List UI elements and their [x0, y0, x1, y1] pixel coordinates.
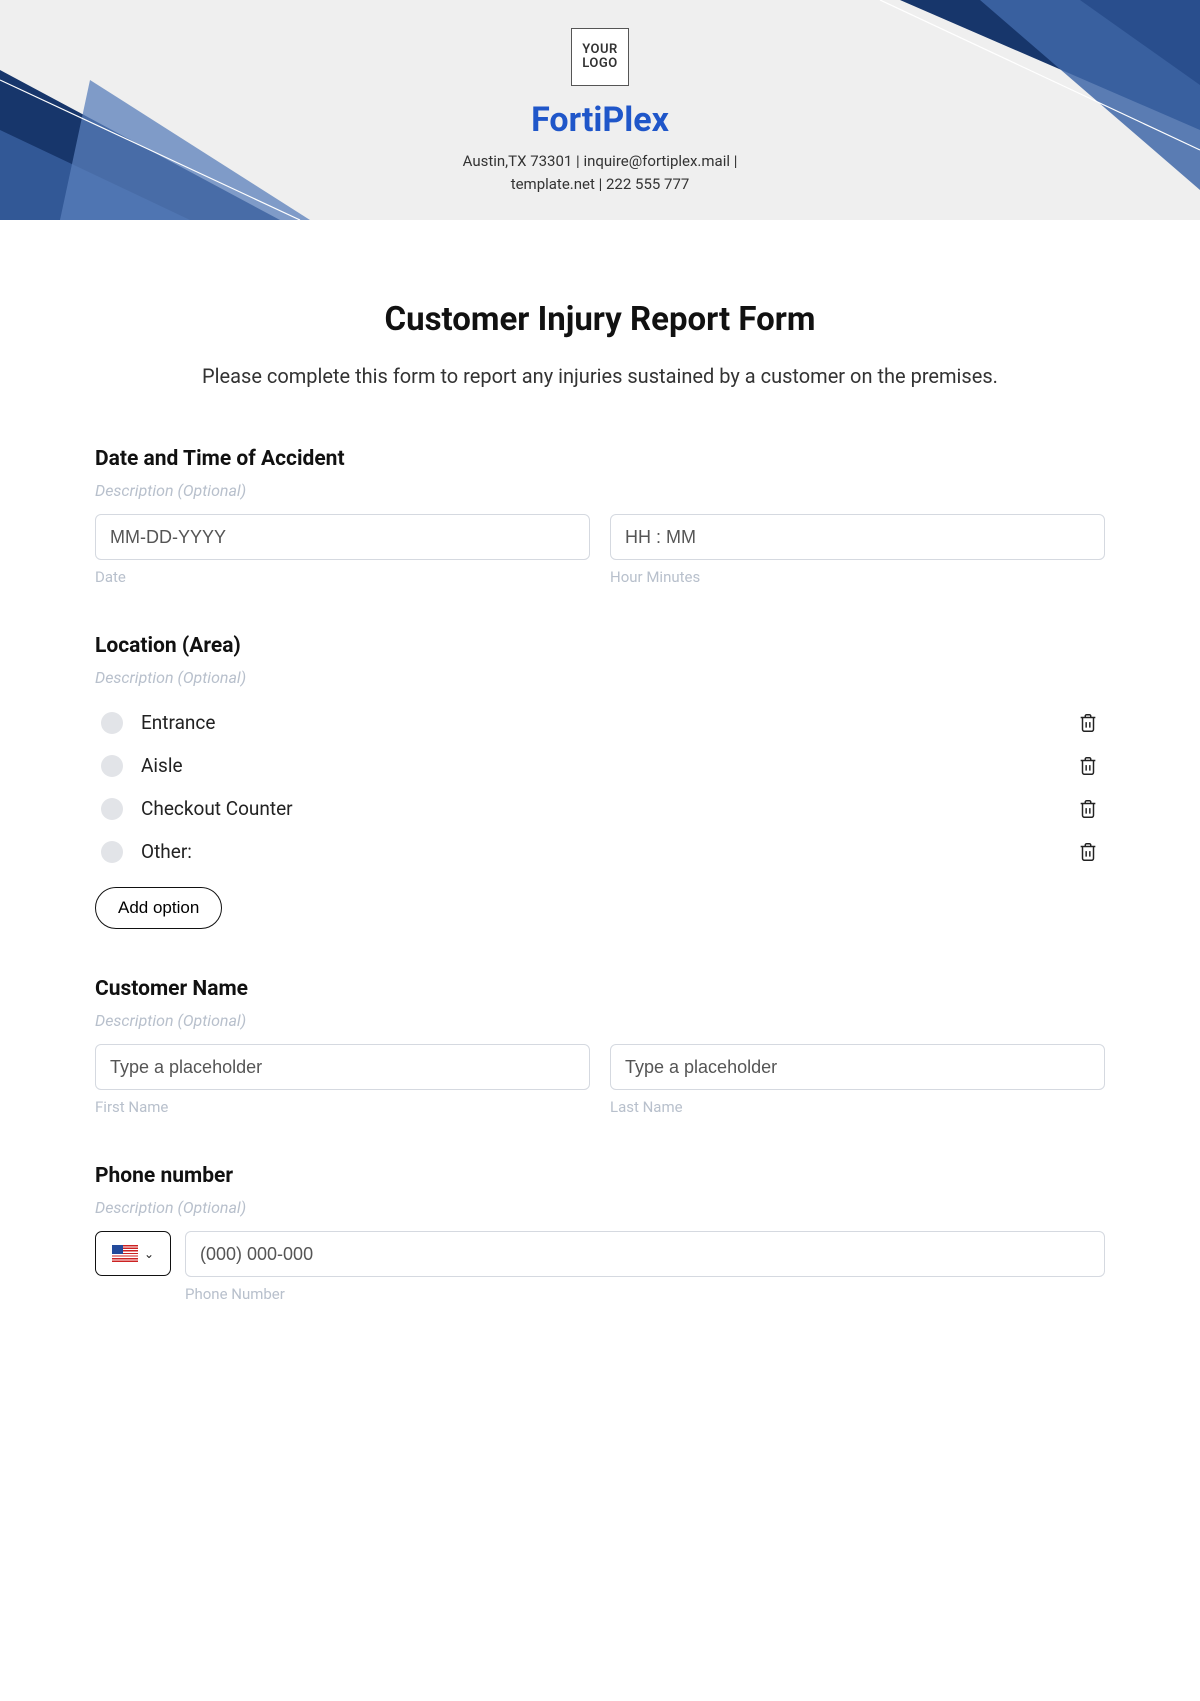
- form-description: Please complete this form to report any …: [95, 361, 1105, 392]
- country-code-selector[interactable]: ⌄: [95, 1231, 171, 1276]
- contact-line2: template.net | 222 555 777: [0, 173, 1200, 196]
- option-label: Checkout Counter: [141, 797, 1077, 820]
- brand-name: FortiPlex: [0, 100, 1200, 140]
- form-title: Customer Injury Report Form: [95, 300, 1105, 339]
- section-customer-name: Customer Name Description (Optional) Fir…: [95, 977, 1105, 1116]
- time-sublabel: Hour Minutes: [610, 568, 1105, 586]
- first-name-input[interactable]: [95, 1044, 590, 1090]
- header-banner: YOUR LOGO FortiPlex Austin,TX 73301 | in…: [0, 0, 1200, 220]
- location-option: Entrance: [95, 701, 1105, 744]
- section-desc: Description (Optional): [95, 668, 1105, 687]
- us-flag-icon: [112, 1245, 138, 1262]
- date-sublabel: Date: [95, 568, 590, 586]
- chevron-down-icon: ⌄: [144, 1247, 154, 1261]
- section-title: Date and Time of Accident: [95, 447, 1105, 471]
- section-title: Phone number: [95, 1164, 1105, 1188]
- trash-icon[interactable]: [1077, 841, 1099, 863]
- section-datetime: Date and Time of Accident Description (O…: [95, 447, 1105, 586]
- time-input[interactable]: [610, 514, 1105, 560]
- section-desc: Description (Optional): [95, 1198, 1105, 1217]
- phone-input[interactable]: [185, 1231, 1105, 1277]
- section-desc: Description (Optional): [95, 1011, 1105, 1030]
- section-location: Location (Area) Description (Optional) E…: [95, 634, 1105, 929]
- contact-info: Austin,TX 73301 | inquire@fortiplex.mail…: [0, 150, 1200, 195]
- logo-placeholder: YOUR LOGO: [571, 28, 629, 86]
- option-label: Other:: [141, 840, 1077, 863]
- section-title: Customer Name: [95, 977, 1105, 1001]
- section-title: Location (Area): [95, 634, 1105, 658]
- radio-button[interactable]: [101, 841, 123, 863]
- trash-icon[interactable]: [1077, 712, 1099, 734]
- section-phone: Phone number Description (Optional) ⌄ Ph…: [95, 1164, 1105, 1303]
- phone-sublabel: Phone Number: [185, 1285, 1105, 1303]
- trash-icon[interactable]: [1077, 755, 1099, 777]
- location-option: Other:: [95, 830, 1105, 873]
- logo-text: YOUR LOGO: [582, 43, 618, 70]
- date-input[interactable]: [95, 514, 590, 560]
- trash-icon[interactable]: [1077, 798, 1099, 820]
- location-option: Checkout Counter: [95, 787, 1105, 830]
- first-name-sublabel: First Name: [95, 1098, 590, 1116]
- add-option-button[interactable]: Add option: [95, 887, 222, 929]
- section-desc: Description (Optional): [95, 481, 1105, 500]
- option-label: Entrance: [141, 711, 1077, 734]
- location-option: Aisle: [95, 744, 1105, 787]
- last-name-sublabel: Last Name: [610, 1098, 1105, 1116]
- last-name-input[interactable]: [610, 1044, 1105, 1090]
- radio-button[interactable]: [101, 798, 123, 820]
- contact-line1: Austin,TX 73301 | inquire@fortiplex.mail…: [0, 150, 1200, 173]
- radio-button[interactable]: [101, 755, 123, 777]
- radio-button[interactable]: [101, 712, 123, 734]
- option-label: Aisle: [141, 754, 1077, 777]
